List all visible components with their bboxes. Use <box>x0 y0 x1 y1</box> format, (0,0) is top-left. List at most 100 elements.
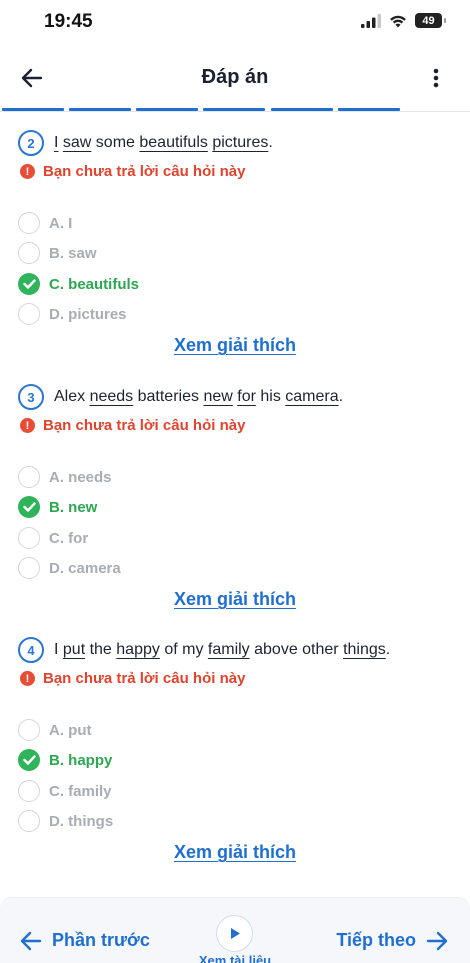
answer-option-label: A. put <box>49 721 92 739</box>
answer-option-label: C. family <box>49 782 112 800</box>
answer-option[interactable]: C. family <box>18 780 112 802</box>
answer-option-label: D. things <box>49 812 114 830</box>
view-explanation-link[interactable]: Xem giải thích <box>174 589 296 609</box>
question-underlined-word: pictures <box>212 134 269 151</box>
question-text-part: . <box>268 134 273 151</box>
arrow-right-icon <box>426 931 448 950</box>
bottom-nav-bar: Phần trước Xem tài liệu Tiếp theo <box>0 897 470 963</box>
answer-option-label: D. camera <box>49 559 121 577</box>
question-underlined-word: things <box>343 641 386 658</box>
answer-option-label: A. I <box>49 214 73 232</box>
battery-icon: 49 <box>415 13 446 28</box>
question-underlined-word: happy <box>116 641 160 658</box>
radio-circle-icon <box>18 242 40 264</box>
question-underlined-word: put <box>62 641 86 658</box>
status-time: 19:45 <box>44 11 93 32</box>
answer-option[interactable]: D. pictures <box>18 303 127 325</box>
radio-circle-icon <box>18 719 40 741</box>
answer-option[interactable]: D. things <box>18 810 113 832</box>
view-explanation-link[interactable]: Xem giải thích <box>174 335 296 355</box>
answer-option-correct[interactable]: B. new <box>18 496 97 518</box>
radio-circle-icon <box>18 810 40 832</box>
radio-circle-icon <box>18 527 40 549</box>
answer-option-label: B. saw <box>49 244 97 262</box>
status-icons: 49 <box>361 13 446 28</box>
question-text-part: . <box>385 641 391 658</box>
question-number: 4 <box>18 637 44 663</box>
question-header: 3 Alex needs batteries new for his camera… <box>18 384 343 410</box>
question-text-part: I <box>54 641 63 658</box>
explanation-row: Xem giải thích <box>0 842 470 863</box>
question-number: 2 <box>18 130 44 156</box>
explanation-row: Xem giải thích <box>0 335 470 356</box>
view-document-label[interactable]: Xem tài liệu <box>0 953 470 963</box>
answer-option-label: A. needs <box>49 468 112 486</box>
answer-option[interactable]: B. saw <box>18 242 97 264</box>
previous-section-label: Phần trước <box>52 930 150 950</box>
arrow-left-icon <box>20 931 42 950</box>
radio-circle-icon <box>18 303 40 325</box>
alert-icon: ! <box>20 418 35 433</box>
question-progress <box>0 108 470 114</box>
question-text-part: batteries <box>133 388 204 405</box>
answer-option[interactable]: D. camera <box>18 557 121 579</box>
answer-option-correct[interactable]: B. happy <box>18 749 112 771</box>
answer-option[interactable]: A. I <box>18 212 72 234</box>
view-explanation-link[interactable]: Xem giải thích <box>174 842 296 862</box>
status-bar: 19:45 49 <box>0 0 470 44</box>
question-underlined-word: beautifuls <box>139 134 208 151</box>
warning-text: Bạn chưa trả lời câu hỏi này <box>43 163 246 180</box>
radio-circle-icon <box>18 212 40 234</box>
question-number: 3 <box>18 384 44 410</box>
question-header: 2 I saw some beautifuls pictures. <box>18 130 273 156</box>
question-text-part: above other <box>249 641 344 658</box>
question-text: I saw some beautifuls pictures. <box>54 134 273 152</box>
alert-icon: ! <box>20 671 35 686</box>
play-icon <box>230 928 240 939</box>
view-document-button[interactable] <box>216 915 253 952</box>
more-options-button[interactable] <box>424 64 448 92</box>
check-circle-icon <box>18 496 40 518</box>
answer-option-label: C. beautifuls <box>49 275 140 293</box>
answer-option[interactable]: C. for <box>18 527 88 549</box>
question-header: 4 I put the happy of my family above othe… <box>18 637 390 663</box>
answer-option[interactable]: A. needs <box>18 466 112 488</box>
question-text-part: Alex <box>54 388 90 405</box>
answer-option-label: B. new <box>49 498 98 516</box>
radio-circle-icon <box>18 557 40 579</box>
question-text-part: of my <box>159 641 208 658</box>
next-section-button[interactable]: Tiếp theo <box>336 930 448 951</box>
app-header: Đáp án <box>0 52 470 102</box>
answer-option-correct[interactable]: C. beautifuls <box>18 273 139 295</box>
explanation-row: Xem giải thích <box>0 589 470 610</box>
question-text-part: the <box>85 641 117 658</box>
warning-text: Bạn chưa trả lời câu hỏi này <box>43 670 246 687</box>
unanswered-warning: ! Bạn chưa trả lời câu hỏi này <box>20 417 245 434</box>
next-section-label: Tiếp theo <box>336 930 416 950</box>
answer-option[interactable]: A. put <box>18 719 92 741</box>
radio-circle-icon <box>18 466 40 488</box>
radio-circle-icon <box>18 780 40 802</box>
signal-icon <box>361 13 381 28</box>
answer-option-label: D. pictures <box>49 305 127 323</box>
question-text: Alex needs batteries new for his camera. <box>54 388 343 406</box>
question-underlined-word: needs <box>89 388 134 405</box>
question-text: I put the happy of my family above other… <box>54 641 390 659</box>
question-text-part: his <box>255 388 286 405</box>
warning-text: Bạn chưa trả lời câu hỏi này <box>43 417 246 434</box>
alert-icon: ! <box>20 164 35 179</box>
check-circle-icon <box>18 273 40 295</box>
page-title: Đáp án <box>201 66 269 88</box>
unanswered-warning: ! Bạn chưa trả lời câu hỏi này <box>20 163 245 180</box>
check-circle-icon <box>18 749 40 771</box>
question-text-part: . <box>338 388 344 405</box>
question-text-part: some <box>91 134 140 151</box>
question-underlined-word: new <box>203 388 233 405</box>
divider <box>0 111 470 112</box>
previous-section-button[interactable]: Phần trước <box>20 930 150 951</box>
wifi-icon <box>390 15 406 27</box>
question-underlined-word: saw <box>62 134 92 151</box>
answer-option-label: C. for <box>49 529 89 547</box>
question-underlined-word: for <box>237 388 256 405</box>
answer-option-label: B. happy <box>49 751 113 769</box>
